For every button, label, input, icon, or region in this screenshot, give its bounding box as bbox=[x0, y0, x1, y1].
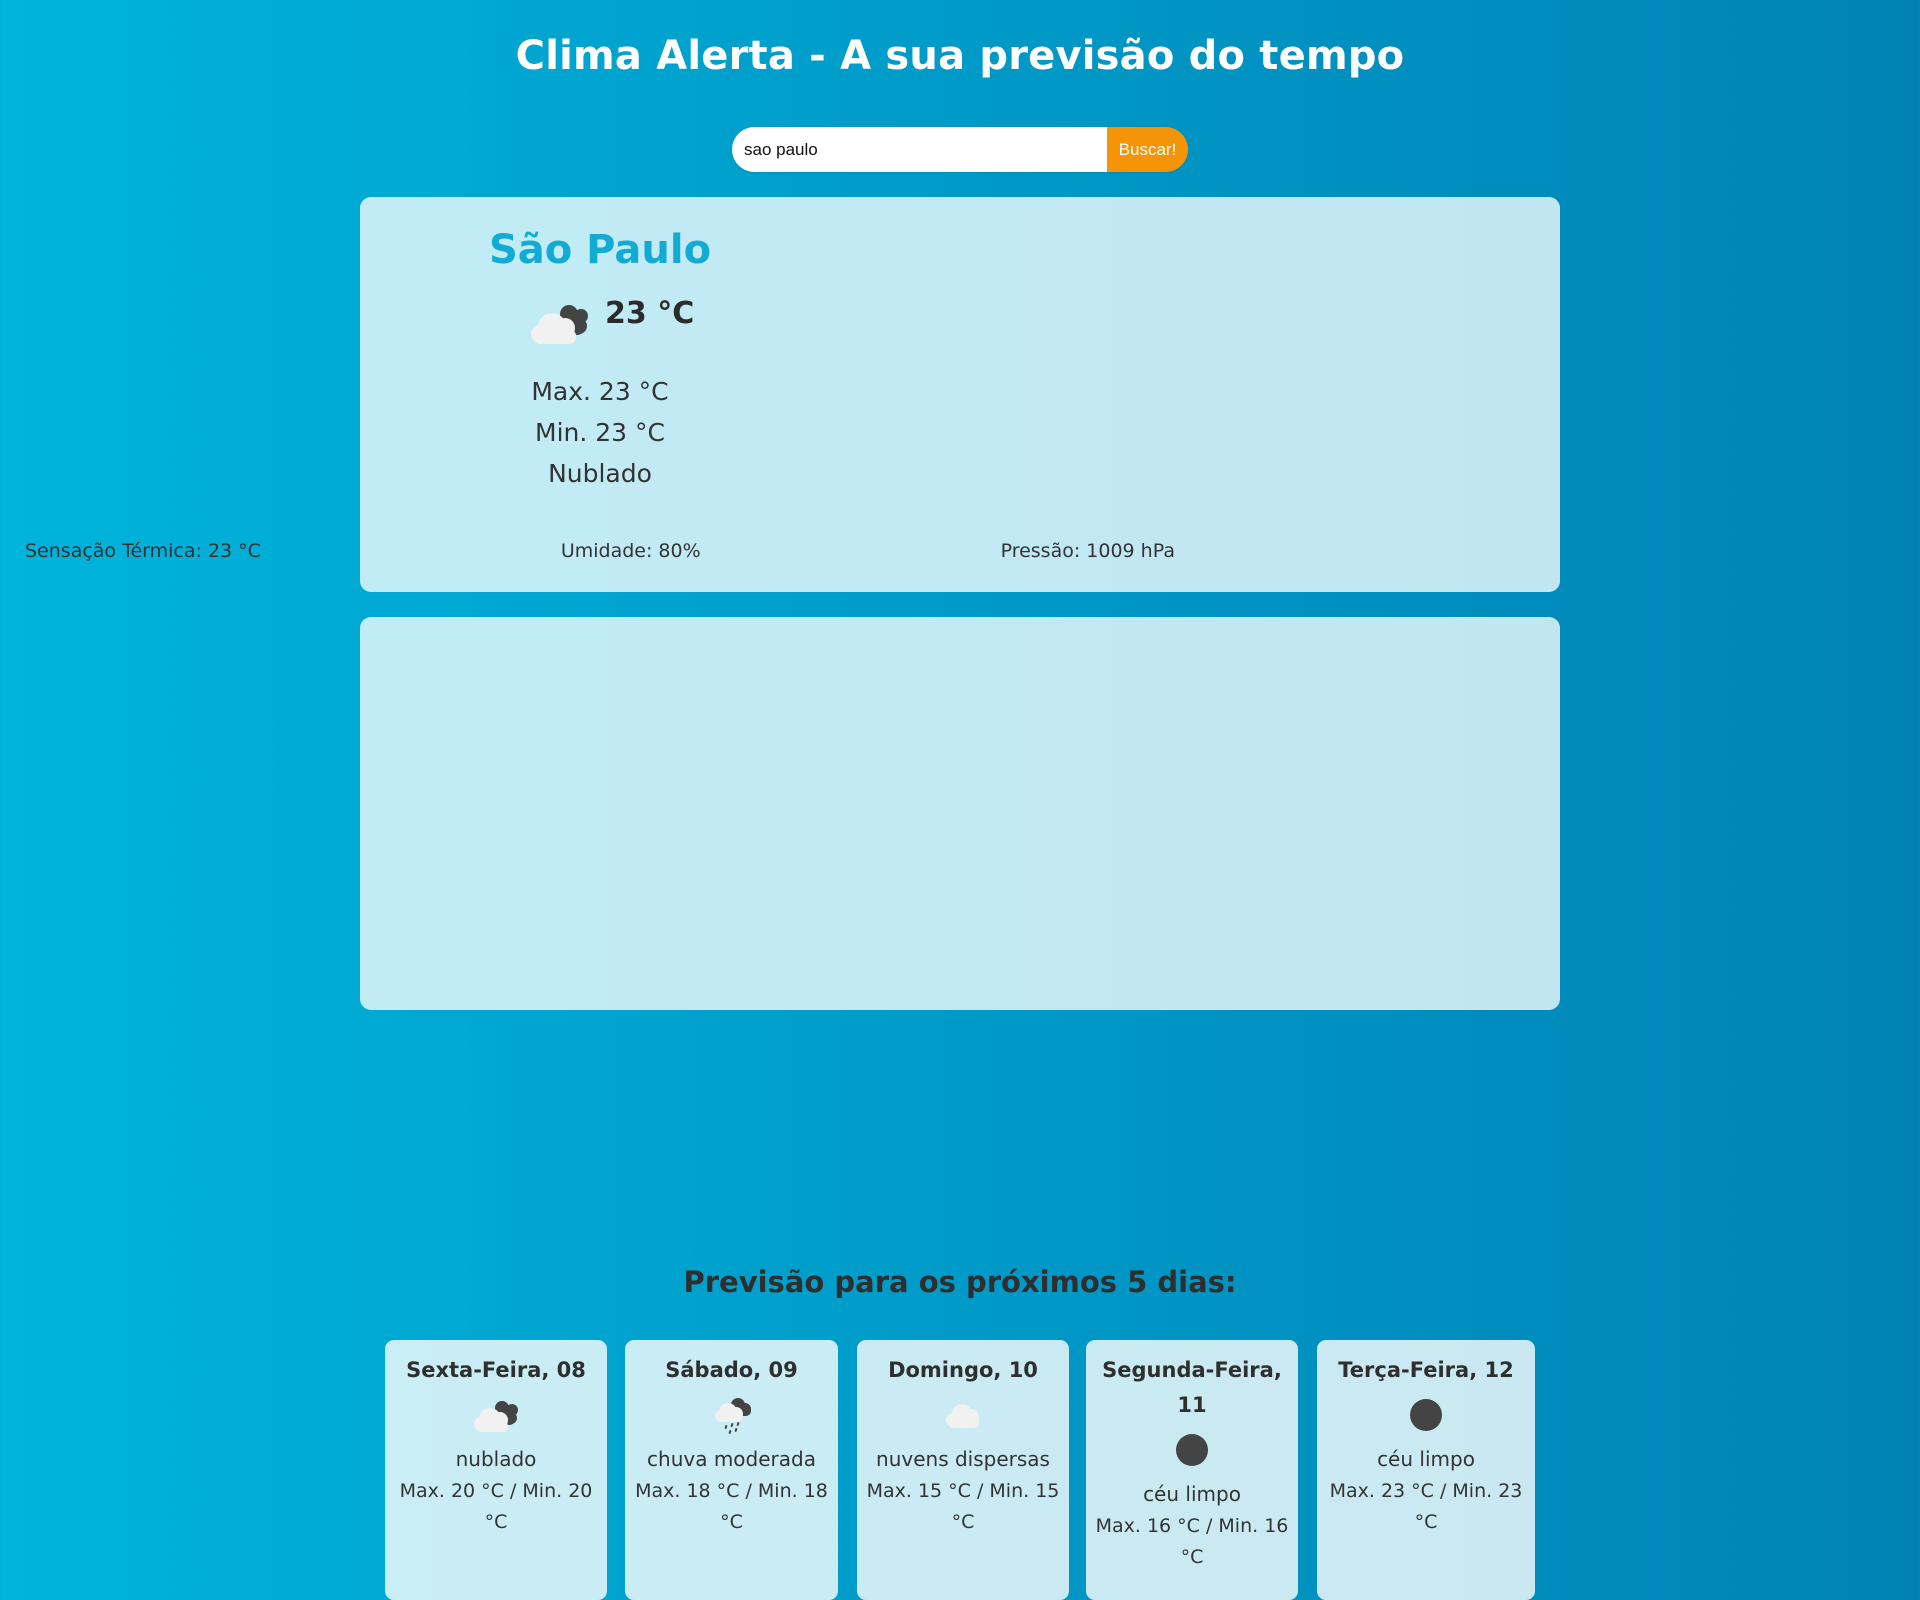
forecast-day-card: Terça-Feira, 12 céu limpo Max. 23 °C / M… bbox=[1317, 1340, 1535, 1600]
forecast-day-temperature-range: Max. 20 °C / Min. 20 °C bbox=[399, 1480, 593, 1533]
forecast-day-temperature-range: Max. 16 °C / Min. 16 °C bbox=[1095, 1515, 1289, 1568]
scattered-clouds-icon bbox=[946, 1404, 979, 1428]
current-weather-summary: 23 °C bbox=[0, 291, 1200, 361]
forecast-day-description: nuvens dispersas bbox=[876, 1447, 1050, 1471]
forecast-day-card: Domingo, 10 nuvens dispersas Max. 15 °C … bbox=[857, 1340, 1069, 1600]
current-max-temperature: Max. 23 °C bbox=[531, 377, 669, 406]
forecast-day-description: céu limpo bbox=[1377, 1447, 1475, 1471]
forecast-day-temperature-range: Max. 15 °C / Min. 15 °C bbox=[866, 1480, 1060, 1533]
forecast-card: Previsão para os próximos 5 dias: Sexta-… bbox=[360, 617, 1560, 1600]
current-temperature: 23 °C bbox=[605, 296, 695, 331]
rain-icon bbox=[714, 1398, 751, 1434]
forecast-day-name: Segunda-Feira, 11 bbox=[1102, 1358, 1282, 1417]
clear-sky-icon bbox=[1410, 1399, 1442, 1431]
forecast-day-name: Terça-Feira, 12 bbox=[1338, 1358, 1514, 1382]
forecast-day-temperature-range: Max. 23 °C / Min. 23 °C bbox=[1329, 1480, 1523, 1533]
forecast-day-card: Sábado, 09 chuva moderada Max. 18 °C / M… bbox=[625, 1340, 838, 1600]
forecast-day-description: chuva moderada bbox=[647, 1447, 816, 1471]
forecast-day-description: nublado bbox=[455, 1447, 537, 1471]
forecast-day-temperature-range: Max. 18 °C / Min. 18 °C bbox=[635, 1480, 828, 1533]
current-min-temperature: Min. 23 °C bbox=[535, 418, 665, 447]
cloudy-icon bbox=[474, 1401, 518, 1432]
current-weather-description: Nublado bbox=[548, 459, 652, 488]
search-button[interactable]: Buscar! bbox=[1107, 127, 1188, 172]
forecast-day-card: Sexta-Feira, 08 nublado Max. 20 °C / Min… bbox=[385, 1340, 607, 1600]
feels-like-value: Sensação Térmica: 23 °C bbox=[25, 540, 261, 562]
current-weather-stats: Sensação Térmica: 23 °C Umidade: 80% Pre… bbox=[25, 536, 1175, 566]
forecast-day-description: céu limpo bbox=[1143, 1482, 1241, 1506]
cloudy-icon bbox=[531, 305, 588, 344]
forecast-day-name: Sábado, 09 bbox=[665, 1358, 798, 1382]
city-search-input[interactable] bbox=[732, 127, 1107, 172]
search-bar: Buscar! bbox=[732, 127, 1188, 172]
humidity-value: Umidade: 80% bbox=[560, 540, 701, 562]
pressure-value: Pressão: 1009 hPa bbox=[1000, 540, 1175, 562]
forecast-title: Previsão para os próximos 5 dias: bbox=[683, 1265, 1237, 1299]
forecast-day-name: Domingo, 10 bbox=[888, 1358, 1038, 1382]
city-name: São Paulo bbox=[488, 227, 712, 273]
forecast-day-name: Sexta-Feira, 08 bbox=[406, 1358, 586, 1382]
clear-sky-icon bbox=[1176, 1434, 1208, 1466]
page-title: Clima Alerta - A sua previsão do tempo bbox=[515, 33, 1405, 79]
forecast-day-card: Segunda-Feira, 11 céu limpo Max. 16 °C /… bbox=[1086, 1340, 1298, 1600]
